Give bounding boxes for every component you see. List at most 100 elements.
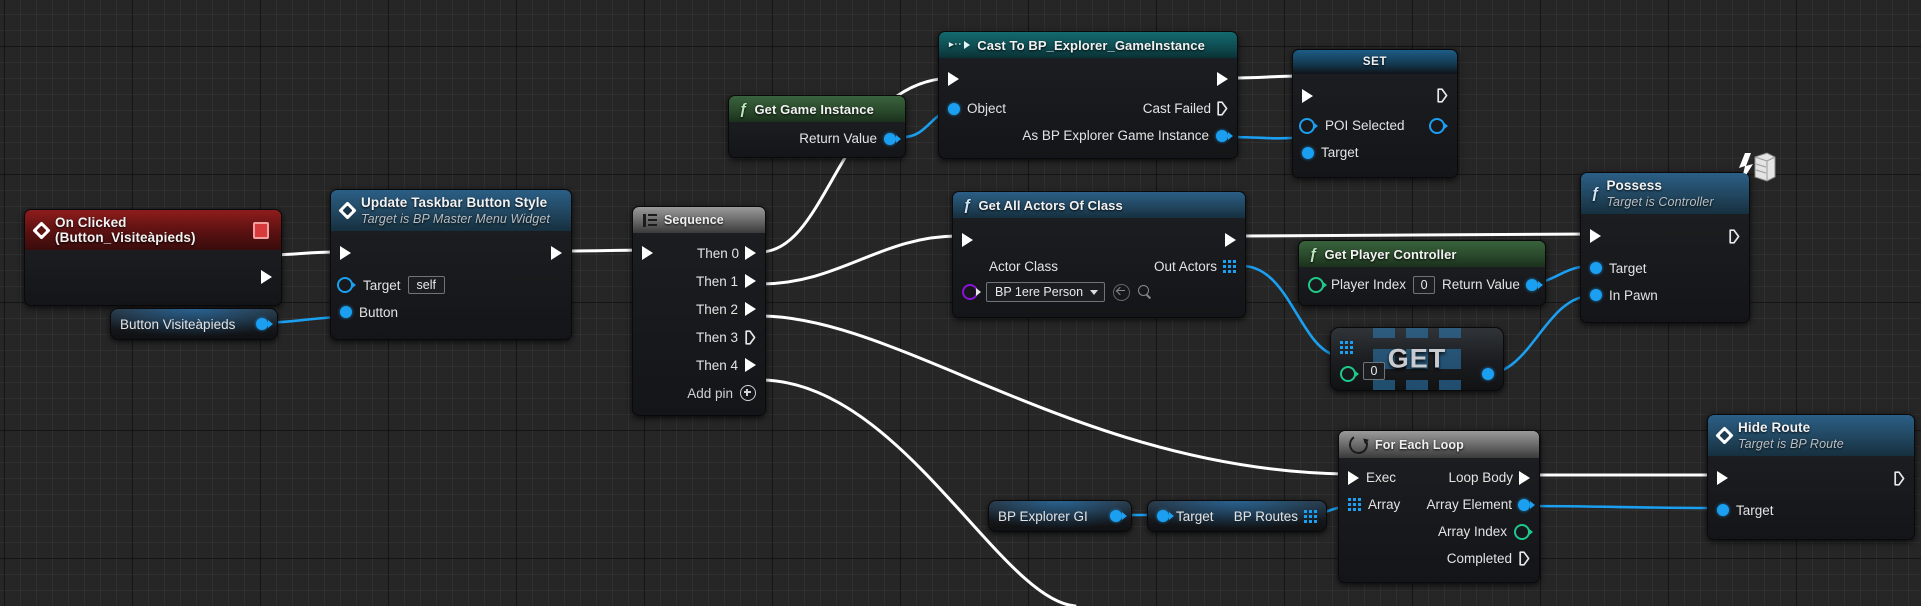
exec-in-pin[interactable] <box>962 233 973 247</box>
pin-row-exec[interactable] <box>939 66 1237 91</box>
add-pin-button[interactable] <box>740 385 756 401</box>
node-get-array-element[interactable]: GET 0 <box>1330 327 1504 391</box>
actor-class-dropdown[interactable]: BP 1ere Person <box>986 282 1105 302</box>
pin-row-in-pawn[interactable]: In Pawn <box>1581 283 1749 308</box>
pin-row-exec[interactable] <box>1581 224 1749 249</box>
then-2-exec-pin[interactable] <box>745 302 756 316</box>
node-cast-to-bp-explorer-gameinstance[interactable]: ▸⋅⋅ Cast To BP_Explorer_GameInstance Obj… <box>938 31 1238 159</box>
button-in-pin[interactable] <box>340 306 352 318</box>
pin-row-object-castfailed[interactable]: Object Cast Failed <box>939 96 1237 121</box>
node-sequence[interactable]: Sequence Then 0 Then 1 Then 2 Then 3 <box>632 206 766 416</box>
as-bp-explorer-game-instance-out-pin[interactable] <box>1216 130 1228 142</box>
node-for-each-loop[interactable]: For Each Loop Exec Loop Body Array <box>1338 430 1540 583</box>
exec-in-pin[interactable] <box>1348 471 1359 485</box>
array-in-pin[interactable] <box>1348 498 1361 511</box>
exec-out-pin[interactable] <box>1894 471 1905 486</box>
then-3-exec-pin[interactable] <box>745 330 756 345</box>
exec-in-pin[interactable] <box>1302 89 1313 103</box>
exec-in-pin[interactable] <box>1717 471 1728 485</box>
pin-row-exec[interactable] <box>953 227 1245 252</box>
pin-row-poi-selected[interactable]: POI Selected <box>1293 113 1457 138</box>
target-in-pin[interactable] <box>1302 147 1314 159</box>
exec-out-pin[interactable] <box>1225 233 1236 247</box>
cast-failed-exec-pin[interactable] <box>1217 101 1228 116</box>
player-index-in-pin[interactable] <box>1308 277 1324 293</box>
pin-row-array-element[interactable]: Array Array Element <box>1339 491 1539 518</box>
then-4-exec-pin[interactable] <box>745 358 756 372</box>
pin-row-as-bp-explorer-game-instance[interactable]: As BP Explorer Game Instance <box>939 123 1237 148</box>
blueprint-graph-canvas[interactable]: On Clicked (Button_Visiteàpieds) Button … <box>0 0 1921 606</box>
pin-row-exec[interactable] <box>331 241 571 266</box>
exec-out-pin[interactable] <box>261 270 272 284</box>
red-stop-square-icon[interactable] <box>253 222 269 239</box>
pin-row-exec[interactable] <box>1708 466 1914 491</box>
node-set-poi-selected[interactable]: SET POI Selected Target <box>1292 49 1458 178</box>
return-value-out-pin[interactable] <box>1526 279 1538 291</box>
then-1-exec-pin[interactable] <box>745 274 756 288</box>
pin-row-exec[interactable] <box>1293 83 1457 108</box>
pin-row-then-4[interactable]: Then 4 <box>633 351 765 379</box>
target-value-field[interactable]: self <box>408 276 445 294</box>
actor-class-in-pin[interactable] <box>962 284 978 300</box>
node-button-variable[interactable]: Button Visiteàpieds <box>110 308 278 340</box>
exec-in-pin[interactable] <box>642 246 653 260</box>
player-index-field[interactable]: 0 <box>1413 276 1435 294</box>
pin-row-then-1[interactable]: Then 1 <box>633 267 765 295</box>
object-out-pin[interactable] <box>1110 510 1122 522</box>
pin-row-return-value[interactable]: Return Value <box>729 126 905 151</box>
pin-row-add-pin[interactable]: Add pin <box>633 379 765 407</box>
element-out-pin[interactable] <box>1482 368 1494 380</box>
exec-in-pin[interactable] <box>340 246 351 260</box>
target-in-pin[interactable] <box>337 277 353 293</box>
node-get-game-instance[interactable]: ƒ Get Game Instance Return Value <box>728 95 906 158</box>
poi-selected-out-pin[interactable] <box>1429 118 1445 134</box>
pin-row-button[interactable]: Button <box>331 300 571 325</box>
node-update-taskbar-button-style[interactable]: Update Taskbar Button Style Target is BP… <box>330 189 572 340</box>
array-index-out-pin[interactable] <box>1514 524 1530 540</box>
pin-row-target[interactable]: Target <box>1293 140 1457 165</box>
out-actors-array-pin[interactable] <box>1223 260 1236 273</box>
node-get-player-controller[interactable]: ƒ Get Player Controller Player Index 0 R… <box>1298 240 1546 306</box>
completed-exec-pin[interactable] <box>1519 551 1530 566</box>
index-in-pin[interactable] <box>1340 366 1356 382</box>
node-on-clicked-event[interactable]: On Clicked (Button_Visiteàpieds) <box>24 209 282 306</box>
then-0-exec-pin[interactable] <box>745 246 756 260</box>
pin-row-then-2[interactable]: Then 2 <box>633 295 765 323</box>
exec-out-pin[interactable] <box>1217 72 1228 86</box>
exec-in-pin[interactable] <box>948 72 959 86</box>
target-in-pin[interactable] <box>1590 262 1602 274</box>
return-value-out-pin[interactable] <box>884 133 896 145</box>
index-value-field[interactable]: 0 <box>1363 362 1385 380</box>
exec-out-pin[interactable] <box>551 246 562 260</box>
pin-row-exec-out[interactable] <box>25 264 281 289</box>
pin-row-target[interactable]: Target <box>1581 256 1749 281</box>
node-get-all-actors-of-class[interactable]: ƒ Get All Actors Of Class Actor Class Ou… <box>952 191 1246 318</box>
object-in-pin[interactable] <box>948 103 960 115</box>
exec-out-pin[interactable] <box>1437 88 1448 103</box>
pin-row-then-3[interactable]: Then 3 <box>633 323 765 351</box>
pin-row-player-index[interactable]: Player Index 0 Return Value <box>1299 272 1545 297</box>
loop-body-exec-pin[interactable] <box>1519 471 1530 485</box>
search-icon[interactable] <box>1138 285 1153 300</box>
browse-back-icon[interactable] <box>1113 284 1130 301</box>
exec-in-pin[interactable] <box>1590 229 1601 243</box>
bp-routes-array-out-pin[interactable] <box>1304 510 1317 523</box>
target-in-pin[interactable] <box>1157 510 1169 522</box>
pin-row-completed[interactable]: Completed <box>1339 545 1539 572</box>
poi-selected-in-pin[interactable] <box>1299 118 1315 134</box>
node-hide-route[interactable]: Hide Route Target is BP Route Target <box>1707 414 1915 540</box>
pin-row-exec-loopbody[interactable]: Exec Loop Body <box>1339 464 1539 491</box>
pin-row-target[interactable]: Target self <box>331 273 571 298</box>
pin-row-actor-class-value[interactable]: BP 1ere Person <box>953 279 1245 305</box>
pin-row-array-index[interactable]: Array Index <box>1339 518 1539 545</box>
node-bp-explorer-gi-variable[interactable]: BP Explorer GI <box>988 500 1132 532</box>
array-element-out-pin[interactable] <box>1518 499 1530 511</box>
node-bp-routes-getter[interactable]: Target BP Routes <box>1147 500 1327 532</box>
pin-row-target[interactable]: Target <box>1708 498 1914 523</box>
object-out-pin[interactable] <box>256 318 268 330</box>
in-pawn-in-pin[interactable] <box>1590 289 1602 301</box>
pin-row-then-0[interactable]: Then 0 <box>633 239 765 267</box>
exec-out-pin[interactable] <box>1729 229 1740 244</box>
target-in-pin[interactable] <box>1717 504 1729 516</box>
node-possess[interactable]: ƒ Possess Target is Controller Target In… <box>1580 172 1750 323</box>
